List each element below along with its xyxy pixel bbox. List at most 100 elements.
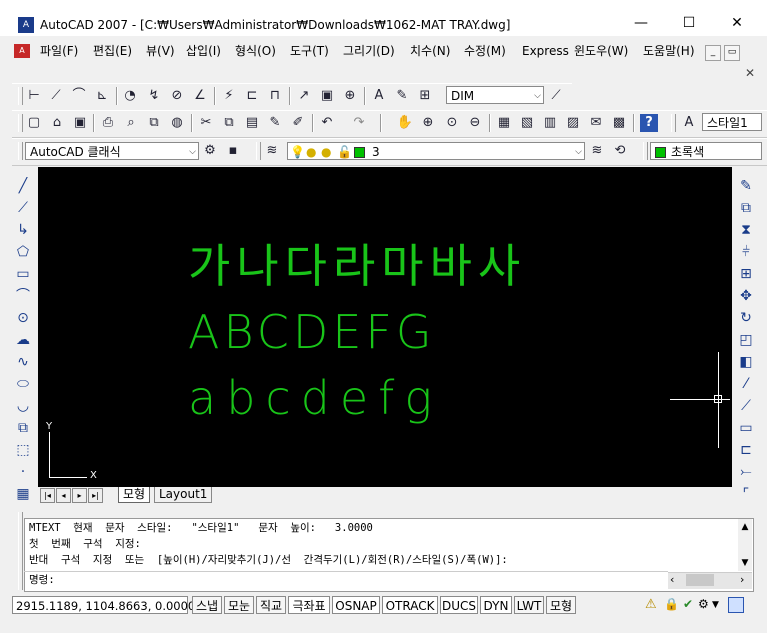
menu-tools[interactable]: 도구(T) (290, 43, 329, 59)
make-block-icon[interactable]: ⬚ (13, 440, 33, 460)
dim-edit-icon[interactable]: A (370, 87, 388, 105)
scroll-right-icon[interactable]: › (740, 573, 744, 586)
undo-icon[interactable]: ↶ (318, 114, 336, 132)
menu-dimension[interactable]: 치수(N) (410, 43, 450, 59)
toolbar-grip[interactable] (256, 142, 261, 160)
menu-draw[interactable]: 그리기(D) (343, 43, 395, 59)
stretch-icon[interactable]: ◧ (736, 352, 756, 372)
break-icon[interactable]: ▭ (736, 418, 756, 438)
point-icon[interactable]: · (13, 462, 33, 482)
leader-icon[interactable]: ↗ (295, 87, 313, 105)
publish-web-icon[interactable]: ◍ (168, 114, 186, 132)
menu-view[interactable]: 뷰(V) (146, 43, 175, 59)
redo-icon[interactable]: ↷ (350, 114, 368, 132)
arc-length-icon[interactable]: ⌒ (70, 87, 88, 105)
layer-select[interactable]: 💡 ● ● 🔓 3 ⌵ (287, 142, 585, 160)
plot-preview-icon[interactable]: ⌕ (122, 114, 140, 132)
otrack-toggle[interactable]: OTRACK (382, 596, 438, 614)
erase-icon[interactable]: ✎ (736, 176, 756, 196)
offset-icon[interactable]: ⫩ (736, 242, 756, 262)
print-icon[interactable]: ⎙ (99, 114, 117, 132)
text-style-icon[interactable]: A (680, 114, 698, 132)
copy-object-icon[interactable]: ⧉ (736, 198, 756, 218)
mtext-uppercase[interactable]: ABCDEFG (188, 304, 436, 360)
toolbar-grip[interactable] (18, 87, 23, 105)
trusted-icon[interactable]: ✔ (683, 597, 693, 611)
model-space-toggle[interactable]: 모형 (546, 596, 576, 614)
rotate-icon[interactable]: ↻ (736, 308, 756, 328)
first-tab-button[interactable]: |◂ (40, 488, 55, 503)
sheet-set-icon[interactable]: ▨ (564, 114, 582, 132)
revision-cloud-icon[interactable]: ☁ (13, 330, 33, 350)
polyline-icon[interactable]: ↳ (13, 220, 33, 240)
osnap-toggle[interactable]: OSNAP (332, 596, 380, 614)
coordinates-display[interactable]: 2915.1189, 1104.8663, 0.0000 (12, 596, 195, 614)
zoom-window-icon[interactable]: ⊙ (443, 114, 461, 132)
match-properties-icon[interactable]: ✎ (266, 114, 284, 132)
prev-tab-button[interactable]: ◂ (56, 488, 71, 503)
scroll-left-icon[interactable]: ‹ (670, 573, 674, 586)
lwt-toggle[interactable]: LWT (514, 596, 544, 614)
dim-text-edit-icon[interactable]: ✎ (393, 87, 411, 105)
scroll-down-icon[interactable]: ▼ (738, 556, 752, 570)
toolbar-grip[interactable] (18, 142, 23, 160)
markup-icon[interactable]: ✉ (587, 114, 605, 132)
clean-screen-icon[interactable] (728, 597, 744, 613)
menu-file[interactable]: 파일(F) (40, 43, 78, 59)
tool-palettes-icon[interactable]: ▥ (541, 114, 559, 132)
mdi-close-button[interactable]: ✕ (745, 66, 755, 80)
mdi-restore-button[interactable]: ▭ (724, 45, 740, 61)
ducs-toggle[interactable]: DUCS (440, 596, 478, 614)
hatch-icon[interactable]: ▦ (13, 484, 33, 504)
mtext-lowercase[interactable]: abcdefg (188, 370, 442, 426)
tab-layout1[interactable]: Layout1 (154, 487, 213, 503)
pan-icon[interactable]: ✋ (396, 114, 414, 132)
communication-center-icon[interactable]: ⚠ (645, 597, 657, 612)
zoom-realtime-icon[interactable]: ⊕ (419, 114, 437, 132)
arc-icon[interactable]: ⌒ (13, 286, 33, 306)
paste-icon[interactable]: ▤ (243, 114, 261, 132)
baseline-dim-icon[interactable]: ⊏ (243, 87, 261, 105)
dim-update-icon[interactable]: ⊞ (416, 87, 434, 105)
radius-dim-icon[interactable]: ◔ (121, 87, 139, 105)
menu-format[interactable]: 형식(O) (235, 43, 276, 59)
diameter-dim-icon[interactable]: ⊘ (168, 87, 186, 105)
properties-icon[interactable]: ▦ (495, 114, 513, 132)
menu-window[interactable]: 윈도우(W) (574, 43, 628, 59)
cut-icon[interactable]: ✂ (197, 114, 215, 132)
scale-icon[interactable]: ◰ (736, 330, 756, 350)
ortho-toggle[interactable]: 직교 (256, 596, 286, 614)
design-center-icon[interactable]: ▧ (518, 114, 536, 132)
menu-insert[interactable]: 삽입(I) (186, 43, 221, 59)
menu-help[interactable]: 도움말(H) (643, 43, 695, 59)
maximize-button[interactable]: ☐ (666, 10, 712, 36)
quick-dim-icon[interactable]: ⚡ (220, 87, 238, 105)
status-menu-arrow[interactable]: ▼ (712, 600, 719, 610)
settings-icon[interactable]: ⚙ (698, 597, 709, 611)
minimize-button[interactable]: — (618, 10, 664, 36)
center-mark-icon[interactable]: ⊕ (341, 87, 359, 105)
continue-dim-icon[interactable]: ⊓ (266, 87, 284, 105)
grid-toggle[interactable]: 모눈 (224, 596, 254, 614)
new-file-icon[interactable]: ▢ (25, 114, 43, 132)
autocad-app-icon[interactable]: A (18, 17, 34, 33)
menu-modify[interactable]: 수정(M) (464, 43, 506, 59)
polar-toggle[interactable]: 극좌표 (288, 596, 330, 614)
scroll-up-icon[interactable]: ▲ (738, 520, 752, 534)
publish-icon[interactable]: ⧉ (145, 114, 163, 132)
copy-icon[interactable]: ⧉ (220, 114, 238, 132)
toolbar-lock-icon[interactable]: 🔒 (664, 597, 679, 611)
toolbar-grip[interactable] (18, 114, 23, 132)
layer-manager-icon[interactable]: ≋ (263, 142, 281, 160)
ellipse-arc-icon[interactable]: ◡ (13, 396, 33, 416)
command-grip[interactable] (18, 512, 23, 590)
insert-block-icon[interactable]: ⧉ (13, 418, 33, 438)
drawing-doc-icon[interactable]: A (14, 44, 30, 58)
spline-icon[interactable]: ∿ (13, 352, 33, 372)
dimstyle-select[interactable]: DIM ⌵ (446, 86, 544, 104)
mdi-minimize-button[interactable]: _ (705, 45, 721, 61)
mirror-icon[interactable]: ⧗ (736, 220, 756, 240)
dyn-toggle[interactable]: DYN (480, 596, 512, 614)
tab-model[interactable]: 모형 (118, 487, 151, 503)
circle-icon[interactable]: ⊙ (13, 308, 33, 328)
